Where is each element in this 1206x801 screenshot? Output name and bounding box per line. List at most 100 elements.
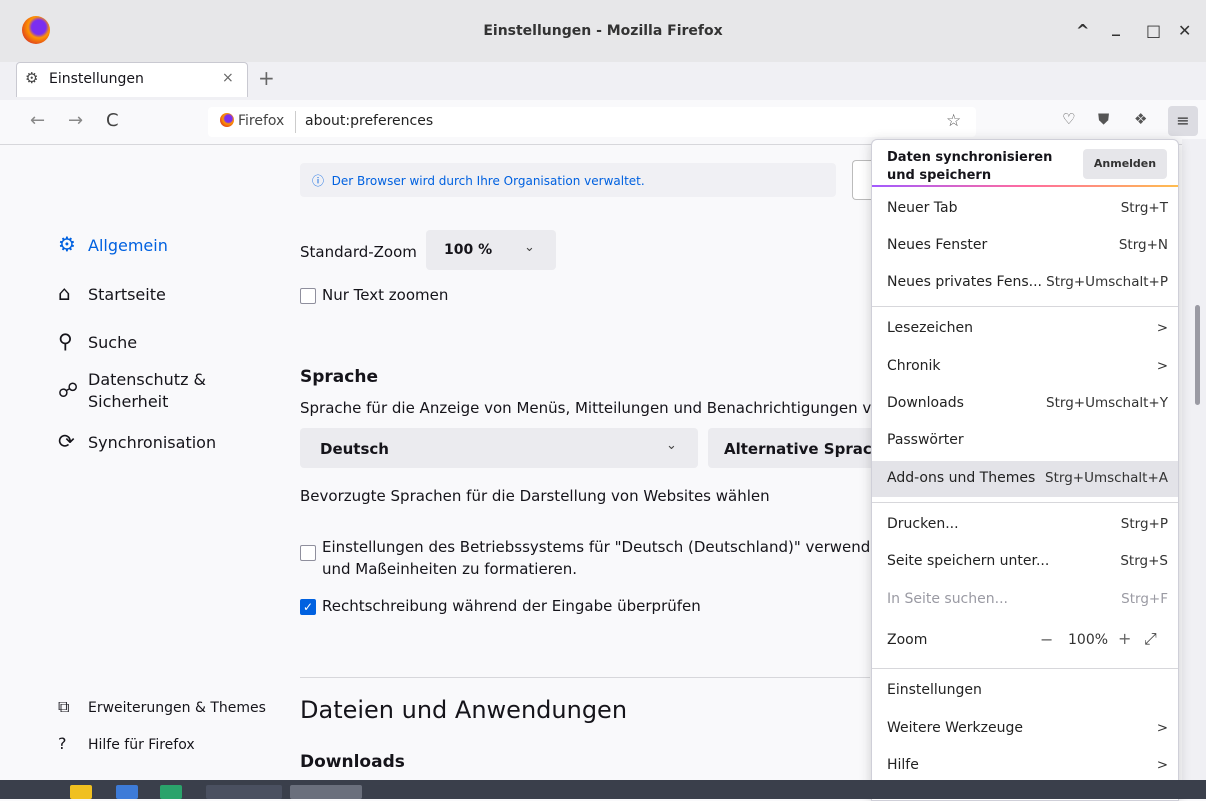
menu-item-passwords[interactable]: Passwörter: [872, 423, 1178, 459]
sync-title-line1: Daten synchronisieren: [887, 150, 1053, 165]
sync-title: Daten synchronisieren und speichern: [887, 149, 1077, 185]
menu-separator: [872, 668, 1178, 669]
menu-item-save-page[interactable]: Seite speichern unter... Strg+S: [872, 544, 1178, 580]
url-text[interactable]: about:preferences: [305, 113, 433, 129]
help-icon: ?: [58, 734, 67, 753]
ublock-icon[interactable]: ⛊: [1098, 110, 1109, 128]
zoom-out-button[interactable]: −: [1040, 630, 1053, 649]
chevron-right-icon: >: [1156, 320, 1168, 336]
os-locale-label-line2: und Maßeinheiten zu formatieren.: [322, 560, 578, 578]
taskbar-app-icon[interactable]: [116, 785, 138, 799]
menu-item-help[interactable]: Hilfe >: [872, 748, 1178, 784]
spellcheck-label: Rechtschreibung während der Eingabe über…: [322, 597, 701, 615]
taskbar-window-button[interactable]: [290, 785, 362, 799]
taskbar-app-icon[interactable]: [160, 785, 182, 799]
sidebar-item-suche[interactable]: ⚲ Suche: [58, 329, 137, 353]
menu-label: In Seite suchen...: [887, 591, 1008, 607]
menu-label: Weitere Werkzeuge: [887, 720, 1023, 736]
menu-shortcut: Strg+P: [1120, 516, 1168, 532]
maximize-button[interactable]: □: [1146, 21, 1161, 40]
menu-item-new-tab[interactable]: Neuer Tab Strg+T: [872, 191, 1178, 227]
minimize-button[interactable]: _: [1112, 17, 1120, 36]
sidebar-item-synchronisation[interactable]: ⟳ Synchronisation: [58, 429, 216, 453]
sync-icon: ⟳: [58, 429, 75, 453]
app-menu-panel: Daten synchronisieren und speichern Anmel…: [871, 139, 1179, 801]
window-title: Einstellungen - Mozilla Firefox: [483, 23, 723, 39]
menu-item-history[interactable]: Chronik >: [872, 349, 1178, 385]
puzzle-icon: ⧉: [58, 697, 70, 716]
alternative-languages-button[interactable]: Alternative Sprach: [708, 428, 882, 468]
language-select[interactable]: Deutsch ⌄: [300, 428, 698, 468]
extension-icon[interactable]: ❖: [1134, 110, 1147, 128]
menu-item-new-private-window[interactable]: Neues privates Fens... Strg+Umschalt+P: [872, 265, 1178, 301]
sign-in-button[interactable]: Anmelden: [1083, 149, 1167, 179]
forward-button[interactable]: →: [68, 110, 83, 131]
menu-shortcut: Strg+N: [1118, 237, 1168, 253]
search-preferences-input[interactable]: [852, 160, 873, 200]
downloads-heading: Downloads: [300, 752, 405, 772]
sidebar-item-datenschutz[interactable]: ☍ Datenschutz & Sicherheit: [58, 369, 206, 413]
language-heading: Sprache: [300, 367, 378, 387]
close-window-button[interactable]: ✕: [1178, 21, 1191, 40]
close-tab-button[interactable]: ×: [222, 70, 234, 86]
sidebar-help-link[interactable]: ? Hilfe für Firefox: [58, 734, 195, 753]
menu-label: Neues privates Fens...: [887, 274, 1042, 290]
menu-separator: [872, 306, 1178, 307]
menu-item-new-window[interactable]: Neues Fenster Strg+N: [872, 228, 1178, 264]
url-bar[interactable]: Firefox about:preferences ☆: [208, 107, 976, 137]
identity-label: Firefox: [238, 113, 285, 129]
taskbar-window-button[interactable]: [206, 785, 282, 799]
search-icon: ⚲: [58, 329, 73, 353]
sidebar-item-label: Allgemein: [88, 236, 168, 255]
bookmark-star-icon[interactable]: ☆: [946, 111, 961, 131]
scrollbar-track[interactable]: [1182, 139, 1206, 799]
language-description: Sprache für die Anzeige von Menüs, Mitte…: [300, 399, 872, 417]
new-tab-button[interactable]: +: [258, 66, 275, 90]
maximize-up-button[interactable]: ^: [1076, 21, 1089, 40]
menu-shortcut: Strg+S: [1120, 553, 1168, 569]
menu-separator: [872, 502, 1178, 503]
menu-item-addons-themes[interactable]: Add-ons und Themes Strg+Umschalt+A: [872, 461, 1178, 497]
sidebar-extensions-link[interactable]: ⧉ Erweiterungen & Themes: [58, 697, 266, 717]
menu-label: Neues Fenster: [887, 237, 988, 253]
gear-icon: ⚙: [25, 69, 39, 87]
tab-einstellungen[interactable]: ⚙ Einstellungen ×: [16, 62, 248, 97]
menu-item-zoom: Zoom − 100% + ⤢: [872, 623, 1178, 659]
sidebar-item-allgemein[interactable]: ⚙ Allgemein: [58, 232, 168, 256]
label-line2: Sicherheit: [88, 392, 169, 411]
menu-item-settings[interactable]: Einstellungen: [872, 673, 1178, 709]
text-zoom-checkbox[interactable]: [300, 288, 316, 304]
menu-item-bookmarks[interactable]: Lesezeichen >: [872, 311, 1178, 347]
back-button[interactable]: ←: [30, 110, 45, 131]
menu-item-print[interactable]: Drucken... Strg+P: [872, 507, 1178, 543]
zoom-select[interactable]: 100 % ⌄: [426, 230, 556, 270]
policy-banner: ⓘ Der Browser wird durch Ihre Organisati…: [300, 163, 836, 197]
pocket-icon[interactable]: ♡: [1062, 110, 1075, 128]
gear-icon: ⚙: [58, 232, 76, 256]
reload-button[interactable]: C: [106, 110, 119, 131]
sync-title-line2: und speichern: [887, 168, 992, 183]
taskbar-app-icon[interactable]: [70, 785, 92, 799]
menu-item-more-tools[interactable]: Weitere Werkzeuge >: [872, 711, 1178, 747]
sidebar-item-startseite[interactable]: ⌂ Startseite: [58, 281, 166, 305]
section-divider: [300, 677, 870, 678]
url-separator: [295, 111, 296, 133]
alternative-languages-label: Alternative Sprach: [724, 440, 883, 458]
scrollbar-thumb[interactable]: [1195, 305, 1200, 405]
banner-message: Der Browser wird durch Ihre Organisation…: [331, 174, 645, 188]
zoom-label: Standard-Zoom: [300, 243, 417, 261]
zoom-reset-button[interactable]: 100%: [1068, 632, 1108, 648]
menu-shortcut: Strg+T: [1120, 200, 1168, 216]
menu-shortcut: Strg+Umschalt+A: [1045, 470, 1168, 486]
os-locale-checkbox[interactable]: [300, 545, 316, 561]
menu-item-downloads[interactable]: Downloads Strg+Umschalt+Y: [872, 386, 1178, 422]
app-menu-button[interactable]: ≡: [1168, 106, 1198, 136]
menu-item-find-in-page[interactable]: In Seite suchen... Strg+F: [872, 582, 1178, 618]
sidebar-item-label: Startseite: [88, 285, 166, 304]
fullscreen-icon[interactable]: ⤢: [1144, 629, 1157, 649]
text-zoom-label: Nur Text zoomen: [322, 286, 449, 304]
chevron-down-icon: ⌄: [666, 438, 677, 453]
spellcheck-checkbox[interactable]: ✓: [300, 599, 316, 615]
sidebar-item-label: Datenschutz & Sicherheit: [88, 369, 206, 413]
zoom-in-button[interactable]: +: [1118, 629, 1131, 648]
